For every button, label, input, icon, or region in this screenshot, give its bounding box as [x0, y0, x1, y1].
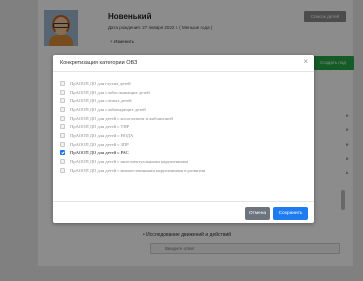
- ovz-category-dialog: Конкретизация категории ОВЗ × ПрАООП ДО …: [53, 55, 314, 223]
- close-icon[interactable]: ×: [303, 57, 308, 67]
- option-checkbox[interactable]: [60, 106, 65, 112]
- save-button[interactable]: Сохранить: [273, 207, 308, 220]
- options-list: ПрАООП ДО для глухих детей ПрАООП ДО для …: [60, 79, 308, 175]
- option-row[interactable]: ПрАООП ДО для слабовидящих детей: [60, 105, 308, 114]
- option-label: ПрАООП ДО для слабовидящих детей: [70, 106, 146, 112]
- modal-footer: Отмена Сохранить: [53, 201, 314, 223]
- option-checkbox[interactable]: [60, 98, 65, 104]
- option-row[interactable]: ПрАООП ДО для детей с множественными нар…: [60, 166, 308, 175]
- option-checkbox[interactable]: [60, 150, 65, 156]
- option-label: ПрАООП ДО для детей с НОДА: [70, 132, 134, 138]
- option-row[interactable]: ПрАООП ДО для глухих детей: [60, 79, 308, 88]
- option-label: ПрАООП ДО для детей с множественными нар…: [70, 167, 206, 173]
- option-label: ПрАООП ДО для слабослышащих детей: [70, 89, 150, 95]
- option-checkbox[interactable]: [60, 159, 65, 165]
- option-row[interactable]: ПрАООП ДО для детей с НОДА: [60, 131, 308, 140]
- option-row[interactable]: ПрАООП ДО для слепых детей: [60, 96, 308, 105]
- option-checkbox[interactable]: [60, 167, 65, 173]
- option-checkbox[interactable]: [60, 80, 65, 86]
- option-checkbox[interactable]: [60, 132, 65, 138]
- option-label: ПрАООП ДО для слепых детей: [70, 98, 132, 104]
- option-label: ПрАООП ДО для детей с интеллектуальными …: [70, 159, 188, 165]
- option-row[interactable]: ПрАООП ДО для слабослышащих детей: [60, 88, 308, 97]
- option-row[interactable]: ПрАООП ДО для детей с ЗПР: [60, 140, 308, 149]
- option-row[interactable]: ПрАООП ДО для детей с косоглазием и амбл…: [60, 114, 308, 123]
- option-label: ПрАООП ДО для детей с ТНР: [70, 124, 130, 130]
- option-label: ПрАООП ДО для детей с ЗПР: [70, 141, 129, 147]
- cancel-button[interactable]: Отмена: [245, 207, 270, 220]
- option-checkbox[interactable]: [60, 124, 65, 130]
- option-label: ПрАООП ДО для глухих детей: [70, 80, 131, 86]
- option-checkbox[interactable]: [60, 115, 65, 121]
- option-row[interactable]: ПрАООП ДО для детей с интеллектуальными …: [60, 157, 308, 166]
- modal-header: Конкретизация категории ОВЗ ×: [53, 55, 314, 72]
- option-checkbox[interactable]: [60, 89, 65, 95]
- option-row[interactable]: ПрАООП ДО для детей с ТНР: [60, 122, 308, 131]
- option-row[interactable]: ПрАООП ДО для детей с РАС: [60, 149, 308, 158]
- modal-title: Конкретизация категории ОВЗ: [60, 60, 138, 66]
- option-checkbox[interactable]: [60, 141, 65, 147]
- option-label: ПрАООП ДО для детей с косоглазием и амбл…: [70, 115, 173, 121]
- option-label: ПрАООП ДО для детей с РАС: [70, 150, 129, 156]
